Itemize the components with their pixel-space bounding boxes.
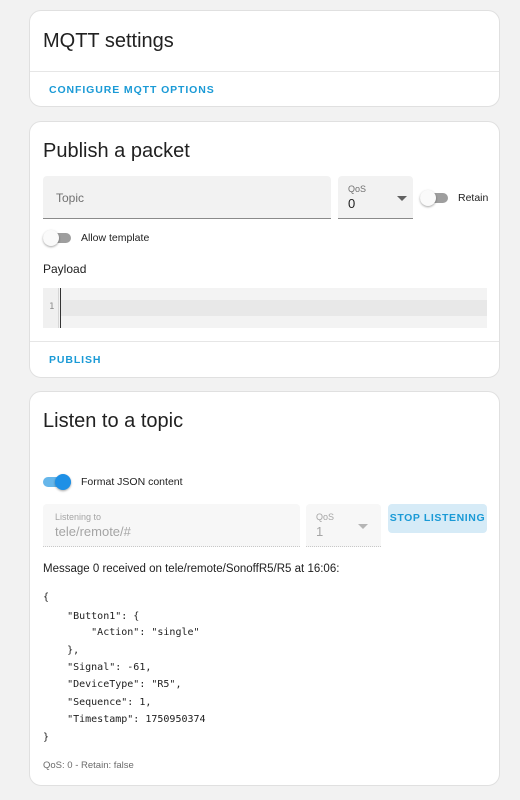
- publish-packet-title: Publish a packet: [43, 140, 190, 162]
- listen-topic-title: Listen to a topic: [43, 410, 184, 432]
- stop-listening-button[interactable]: STOP LISTENING: [388, 504, 487, 533]
- message-json-line: {: [43, 592, 50, 603]
- qos-label: QoS: [348, 184, 367, 194]
- switch-knob: [420, 190, 436, 206]
- message-json-line: }: [43, 732, 50, 743]
- format-json-label: Format JSON content: [81, 476, 183, 488]
- divider: [30, 341, 499, 342]
- topic-placeholder: Topic: [56, 191, 85, 205]
- message-json-line: "DeviceType": "R5",: [43, 679, 182, 690]
- publish-packet-card: Publish a packet Topic QoS 0 Retain Allo…: [29, 121, 500, 378]
- allow-template-toggle[interactable]: [43, 230, 71, 246]
- message-json-line: "Signal": -61,: [43, 662, 152, 673]
- retain-label: Retain: [458, 192, 489, 204]
- message-json-line: "Sequence": 1,: [43, 697, 152, 708]
- message-json-line: },: [43, 645, 80, 656]
- listening-to-field: Listening to tele/remote/#: [43, 504, 300, 547]
- format-json-toggle[interactable]: [43, 474, 71, 490]
- qos-label: QoS: [316, 512, 335, 522]
- retain-toggle[interactable]: [420, 190, 448, 206]
- editor-line-number: 1: [49, 302, 55, 312]
- switch-knob: [43, 230, 59, 246]
- payload-label: Payload: [43, 262, 87, 276]
- publish-qos-select[interactable]: QoS 0: [338, 176, 413, 219]
- editor-active-line: [60, 300, 487, 316]
- editor-cursor: [60, 288, 61, 328]
- configure-mqtt-options-button[interactable]: CONFIGURE MQTT OPTIONS: [49, 84, 215, 96]
- message-json-line: "Action": "single": [43, 627, 200, 638]
- listening-to-value: tele/remote/#: [55, 524, 131, 539]
- divider: [30, 71, 499, 72]
- allow-template-label: Allow template: [81, 232, 150, 244]
- message-footer: QoS: 0 - Retain: false: [43, 760, 134, 771]
- mqtt-settings-title: MQTT settings: [43, 30, 174, 52]
- payload-editor[interactable]: 1: [43, 288, 487, 328]
- listening-to-label: Listening to: [55, 512, 102, 522]
- topic-field[interactable]: Topic: [43, 176, 331, 219]
- chevron-down-icon: [358, 524, 368, 529]
- chevron-down-icon: [397, 196, 407, 201]
- qos-value: 0: [348, 196, 356, 211]
- switch-knob: [55, 474, 71, 490]
- listen-qos-select: QoS 1: [306, 504, 381, 547]
- qos-value: 1: [316, 524, 324, 539]
- message-json-line: "Timestamp": 1750950374: [43, 714, 206, 725]
- mqtt-settings-card: MQTT settings CONFIGURE MQTT OPTIONS: [29, 10, 500, 107]
- listen-topic-card: Listen to a topic Format JSON content Li…: [29, 391, 500, 786]
- publish-button[interactable]: PUBLISH: [49, 354, 101, 366]
- message-heading: Message 0 received on tele/remote/Sonoff…: [43, 563, 340, 575]
- message-json-line: "Button1": {: [43, 611, 140, 622]
